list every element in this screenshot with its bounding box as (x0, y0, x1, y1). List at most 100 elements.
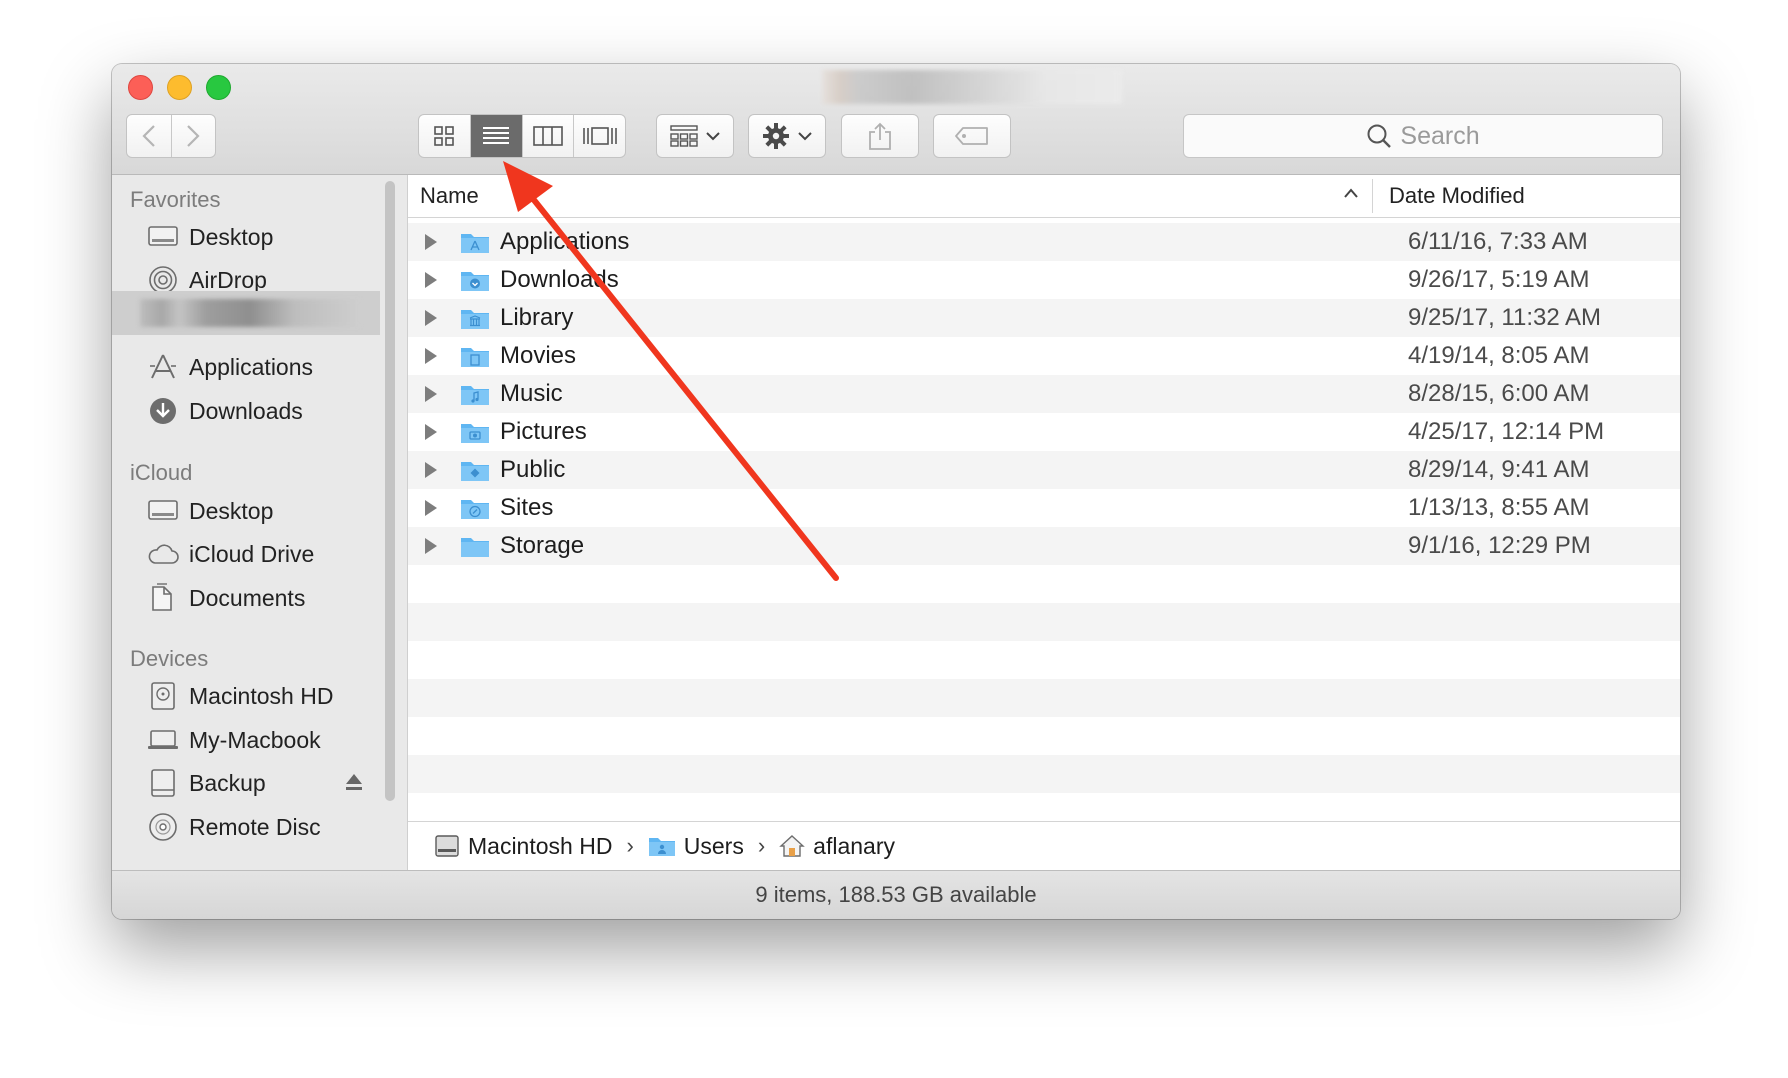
applications-folder-icon (461, 234, 489, 253)
disclosure-triangle-icon[interactable] (425, 234, 437, 250)
empty-row (408, 641, 1680, 679)
folder-icon (461, 538, 489, 557)
back-forward-control (126, 114, 216, 158)
path-item-macintosh-hd[interactable]: Macintosh HD (468, 833, 612, 860)
table-row[interactable]: Music 8/28/15, 6:00 AM (408, 375, 1680, 413)
disc-icon (147, 812, 179, 842)
column-header-name[interactable]: Name (420, 183, 479, 209)
sidebar-item-my-macbook[interactable]: My-Macbook (147, 722, 321, 758)
list-view-button[interactable] (470, 115, 523, 157)
chevron-down-icon (706, 132, 720, 141)
laptop-icon (147, 725, 179, 755)
chevron-right-icon (187, 125, 200, 147)
tag-button[interactable] (933, 114, 1011, 158)
disclosure-triangle-icon[interactable] (425, 310, 437, 326)
sort-ascending-icon[interactable] (1343, 187, 1359, 199)
list-header: Name Date Modified (408, 175, 1680, 218)
icon-view-button[interactable] (419, 115, 471, 157)
status-bar: 9 items, 188.53 GB available (112, 870, 1680, 919)
desktop-icon (147, 496, 179, 526)
table-row[interactable]: Downloads 9/26/17, 5:19 AM (408, 261, 1680, 299)
zoom-window-button[interactable] (206, 75, 231, 100)
table-row[interactable]: Pictures 4/25/17, 12:14 PM (408, 413, 1680, 451)
downloads-folder-icon (461, 272, 489, 291)
sidebar-scrollbar[interactable] (385, 181, 395, 801)
sidebar-item-applications[interactable]: Applications (147, 349, 313, 385)
sidebar-item-icloud-drive[interactable]: iCloud Drive (147, 536, 314, 572)
columns-icon (533, 126, 563, 146)
file-rows: Applications 6/11/16, 7:33 AM Downloads … (408, 223, 1680, 793)
table-row[interactable]: Movies 4/19/14, 8:05 AM (408, 337, 1680, 375)
back-button[interactable] (127, 115, 172, 157)
pictures-folder-icon (461, 424, 489, 443)
external-drive-icon (147, 768, 179, 798)
list-icon (483, 127, 510, 144)
column-divider[interactable] (1372, 179, 1373, 213)
table-row[interactable]: Public 8/29/14, 9:41 AM (408, 451, 1680, 489)
cover-flow-view-button[interactable] (574, 115, 625, 157)
empty-row (408, 603, 1680, 641)
sidebar-item-home-label (140, 299, 360, 327)
finder-window: Search Favorites Desktop AirDrop Applica… (112, 64, 1680, 919)
window-title (822, 70, 1122, 104)
empty-row (408, 679, 1680, 717)
path-bar: Macintosh HD › Users › aflanary (408, 821, 1680, 870)
hard-drive-icon (147, 681, 179, 711)
disclosure-triangle-icon[interactable] (425, 386, 437, 402)
column-view-button[interactable] (523, 115, 575, 157)
music-folder-icon (461, 386, 489, 405)
gear-icon (763, 123, 789, 149)
table-row[interactable]: Sites 1/13/13, 8:55 AM (408, 489, 1680, 527)
arrange-grid-icon (670, 125, 698, 147)
chevron-left-icon (142, 125, 155, 147)
home-icon (779, 834, 805, 858)
empty-row (408, 717, 1680, 755)
disclosure-triangle-icon[interactable] (425, 500, 437, 516)
chevron-down-icon (798, 132, 812, 141)
forward-button[interactable] (172, 115, 216, 157)
empty-row (408, 565, 1680, 603)
path-separator-icon: › (757, 833, 766, 858)
path-item-home[interactable]: aflanary (813, 833, 895, 860)
search-placeholder: Search (1400, 121, 1480, 150)
applications-icon (147, 352, 179, 382)
sites-folder-icon (461, 500, 489, 519)
public-folder-icon (461, 462, 489, 481)
tag-icon (955, 127, 988, 145)
column-header-date-modified[interactable]: Date Modified (1389, 183, 1525, 209)
sidebar-item-backup[interactable]: Backup (147, 765, 266, 801)
hard-drive-icon (434, 833, 460, 859)
sidebar-item-documents[interactable]: Documents (147, 580, 305, 616)
sidebar-item-desktop[interactable]: Desktop (147, 219, 273, 255)
sidebar-item-macintosh-hd[interactable]: Macintosh HD (147, 678, 333, 714)
minimize-window-button[interactable] (167, 75, 192, 100)
share-icon (869, 122, 891, 150)
action-button[interactable] (748, 114, 826, 158)
disclosure-triangle-icon[interactable] (425, 272, 437, 288)
view-mode-control (418, 114, 626, 158)
sidebar-item-remote-disc[interactable]: Remote Disc (147, 809, 321, 845)
library-folder-icon (461, 310, 489, 329)
file-list: Name Date Modified Applications 6/11/16,… (408, 175, 1680, 870)
search-icon (1367, 124, 1392, 148)
close-window-button[interactable] (128, 75, 153, 100)
disclosure-triangle-icon[interactable] (425, 538, 437, 554)
path-item-users[interactable]: Users (684, 833, 744, 860)
sidebar-section-icloud: iCloud (130, 460, 193, 485)
disclosure-triangle-icon[interactable] (425, 462, 437, 478)
eject-icon[interactable] (345, 773, 363, 791)
table-row[interactable]: Storage 9/1/16, 12:29 PM (408, 527, 1680, 565)
sidebar-item-icloud-desktop[interactable]: Desktop (147, 493, 273, 529)
sidebar-item-downloads[interactable]: Downloads (147, 393, 303, 429)
sidebar-section-favorites: Favorites (130, 187, 221, 212)
movies-folder-icon (461, 348, 489, 367)
table-row[interactable]: Applications 6/11/16, 7:33 AM (408, 223, 1680, 261)
table-row[interactable]: Library 9/25/17, 11:32 AM (408, 299, 1680, 337)
search-field[interactable]: Search (1183, 114, 1663, 158)
share-button[interactable] (841, 114, 919, 158)
disclosure-triangle-icon[interactable] (425, 348, 437, 364)
sidebar: Favorites Desktop AirDrop Applications D… (112, 175, 408, 870)
disclosure-triangle-icon[interactable] (425, 424, 437, 440)
grid-icon (434, 126, 455, 146)
arrange-button[interactable] (656, 114, 734, 158)
